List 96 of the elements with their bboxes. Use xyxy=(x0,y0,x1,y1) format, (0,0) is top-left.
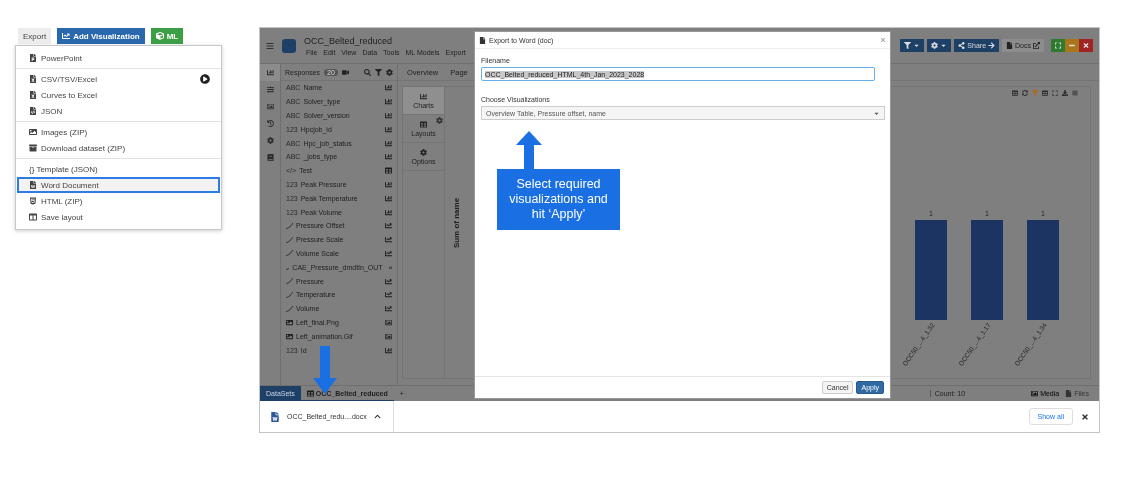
toolbar-button[interactable]: Export xyxy=(18,28,52,44)
settings-icon xyxy=(931,42,939,49)
bar-chart-icon xyxy=(385,194,392,202)
menu-item[interactable]: Curves to Excel xyxy=(17,87,220,103)
caret-icon xyxy=(913,42,921,49)
callout-note: Select required visualizations and hit ‘Apply’ xyxy=(497,169,620,230)
table-icon xyxy=(1012,90,1018,96)
spreadsheet-file-icon xyxy=(29,91,37,99)
archive-icon xyxy=(29,144,37,152)
arrow-icon xyxy=(988,42,996,49)
caret-icon xyxy=(940,42,948,49)
image-icon xyxy=(385,332,392,340)
up-arrow-icon xyxy=(516,131,542,169)
window-title: OCC_Belted_reduced xyxy=(304,35,394,46)
settings-icon xyxy=(266,137,274,144)
history-icon xyxy=(266,120,274,127)
file-icon xyxy=(479,36,486,44)
refresh-icon xyxy=(1022,90,1028,96)
sliders-icon xyxy=(266,86,274,93)
minus-icon xyxy=(1069,42,1075,49)
image-icon xyxy=(286,332,293,340)
play-icon xyxy=(200,74,210,84)
file-icon xyxy=(1065,390,1073,397)
expand-icon xyxy=(1055,42,1061,49)
caret-icon xyxy=(373,413,381,420)
file-icon xyxy=(1006,42,1014,49)
book-icon xyxy=(266,154,274,161)
html-icon xyxy=(29,197,37,205)
filter-icon xyxy=(904,42,912,49)
bar-chart-icon xyxy=(385,139,392,147)
line-chart-icon xyxy=(385,249,392,257)
powerpoint-file-icon xyxy=(29,54,37,62)
settings-icon xyxy=(386,68,393,76)
search-icon xyxy=(364,68,371,76)
menu-item[interactable]: Download dataset (ZIP) xyxy=(17,140,220,156)
share-icon xyxy=(958,42,966,49)
table-icon xyxy=(420,120,427,128)
sidebar-button[interactable] xyxy=(260,64,280,81)
line-chart-icon xyxy=(385,236,392,244)
image-icon xyxy=(385,318,392,326)
line-chart-icon xyxy=(385,277,392,285)
menu-item[interactable]: HTML (ZIP) xyxy=(17,193,220,209)
settings-icon xyxy=(436,117,443,124)
filter-icon xyxy=(1032,90,1038,96)
table-icon xyxy=(306,389,314,397)
logo-icon xyxy=(282,38,296,53)
menu-item[interactable]: {} Template (JSON) xyxy=(17,161,220,177)
line-chart-icon xyxy=(388,263,392,271)
bar-chart-icon xyxy=(385,125,392,133)
settings-button[interactable] xyxy=(927,39,952,52)
menu-item[interactable]: PowerPoint xyxy=(17,50,220,66)
menu-item[interactable]: Save layout xyxy=(17,209,220,225)
table-icon xyxy=(1042,90,1048,96)
cube-icon xyxy=(155,32,164,40)
image-icon xyxy=(29,128,37,136)
bar-chart-icon xyxy=(420,92,427,100)
bar-chart-icon xyxy=(385,153,392,161)
image-icon xyxy=(266,103,274,110)
menu-item[interactable]: Word Document xyxy=(17,177,220,193)
close-button[interactable] xyxy=(1081,412,1089,421)
menu-item[interactable]: JSON xyxy=(17,103,220,119)
line-chart-icon xyxy=(385,291,392,299)
image-icon xyxy=(1031,390,1039,397)
line-chart-icon xyxy=(385,305,392,313)
table-icon xyxy=(385,167,392,175)
code-file-icon xyxy=(29,107,37,115)
filter-button[interactable] xyxy=(900,39,925,52)
video-icon xyxy=(341,68,349,76)
expand-icon xyxy=(1052,90,1058,96)
bar-chart-icon xyxy=(385,180,392,188)
filter-icon xyxy=(375,68,382,76)
menu-item[interactable]: Images (ZIP) xyxy=(17,124,220,140)
toolbar-button[interactable]: Add Visualization xyxy=(57,28,145,44)
minimize-button[interactable] xyxy=(1065,39,1079,52)
close-icon xyxy=(880,37,886,43)
external-link-icon xyxy=(1033,42,1040,49)
line-chart-icon xyxy=(385,222,392,230)
line-chart-icon xyxy=(62,32,71,40)
axis-title: Sum of name xyxy=(452,197,461,249)
bar-chart-icon xyxy=(385,98,392,106)
toolbar-button[interactable]: ML xyxy=(150,28,184,44)
spreadsheet-file-icon xyxy=(29,75,37,83)
image-icon xyxy=(286,318,293,326)
columns-icon xyxy=(29,213,37,221)
word-file-icon xyxy=(270,411,280,422)
bar-chart-icon xyxy=(266,69,274,76)
bar-chart-icon xyxy=(385,208,392,216)
close-icon xyxy=(1083,42,1089,49)
download-icon xyxy=(1062,90,1068,96)
settings-icon xyxy=(420,148,427,156)
bar-chart-icon xyxy=(385,112,392,119)
bar-chart-icon xyxy=(385,346,392,354)
maximize-button[interactable] xyxy=(1051,39,1065,52)
bar-chart-icon xyxy=(385,84,392,92)
menu-item[interactable]: CSV/TSV/Excel xyxy=(17,71,220,87)
word-file-icon xyxy=(29,181,37,189)
